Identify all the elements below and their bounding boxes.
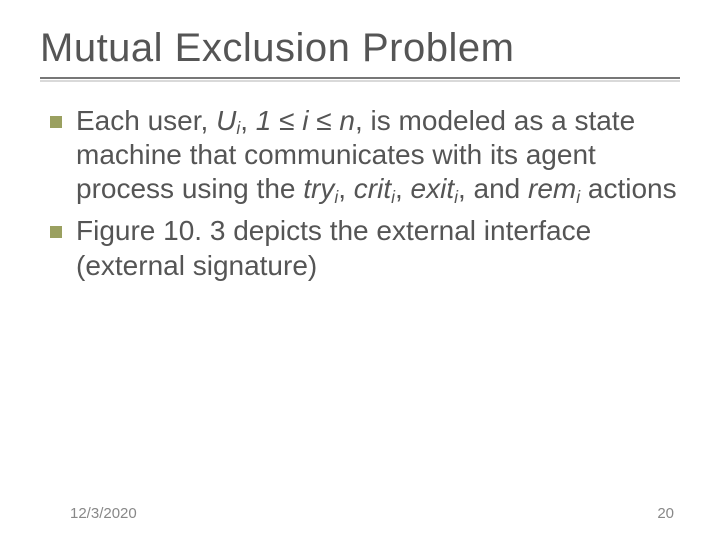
word-rem: rem <box>528 173 576 204</box>
var-n: n <box>332 105 355 136</box>
text-run: 1 <box>256 105 279 136</box>
text-run: , <box>395 173 411 204</box>
leq-icon: ≤ <box>316 105 331 136</box>
text-run: , and <box>458 173 528 204</box>
footer-page-number: 20 <box>657 505 674 522</box>
bullet-text-2: Figure 10. 3 depicts the external interf… <box>76 214 686 282</box>
text-run: , <box>338 173 354 204</box>
word-try: try <box>303 173 334 204</box>
leq-icon: ≤ <box>279 105 294 136</box>
word-exit: exit <box>411 173 455 204</box>
subscript-i: i <box>334 187 338 207</box>
slide: Mutual Exclusion Problem Each user, Ui, … <box>0 0 720 540</box>
bullet-marker-icon <box>50 226 62 238</box>
text-run: , <box>240 105 256 136</box>
text-run: Each user, <box>76 105 216 136</box>
subscript-i: i <box>576 187 580 207</box>
slide-footer: 12/3/2020 20 <box>0 505 720 522</box>
subscript-i: i <box>454 187 458 207</box>
text-run: actions <box>580 173 677 204</box>
var-i: i <box>294 105 316 136</box>
var-u: U <box>216 105 236 136</box>
title-underline <box>40 77 680 79</box>
bullet-item: Figure 10. 3 depicts the external interf… <box>50 214 686 282</box>
slide-title: Mutual Exclusion Problem <box>40 26 680 71</box>
subscript-i: i <box>236 118 240 138</box>
slide-body: Each user, Ui, 1 ≤ i ≤ n, is modeled as … <box>0 82 720 283</box>
bullet-marker-icon <box>50 116 62 128</box>
bullet-item: Each user, Ui, 1 ≤ i ≤ n, is modeled as … <box>50 104 686 206</box>
word-crit: crit <box>354 173 391 204</box>
title-area: Mutual Exclusion Problem <box>0 0 720 82</box>
subscript-i: i <box>391 187 395 207</box>
bullet-text-1: Each user, Ui, 1 ≤ i ≤ n, is modeled as … <box>76 104 686 206</box>
footer-date: 12/3/2020 <box>70 505 137 522</box>
